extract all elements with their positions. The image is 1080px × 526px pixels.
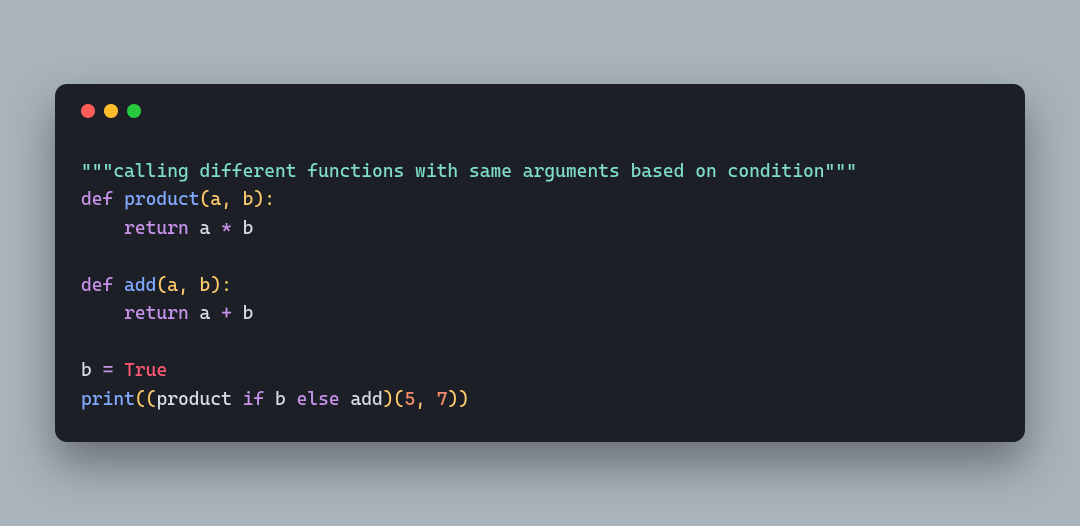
space xyxy=(113,360,124,381)
keyword-if: if xyxy=(243,389,265,410)
ref-product: product xyxy=(156,389,242,410)
keyword-return: return xyxy=(124,218,189,239)
call-print: print xyxy=(81,389,135,410)
operator-assign: = xyxy=(103,360,114,381)
var-b: b xyxy=(232,218,254,239)
var-b: b xyxy=(232,303,254,324)
paren-open: (( xyxy=(135,389,157,410)
number-7: 7 xyxy=(437,389,448,410)
indent xyxy=(81,218,124,239)
var-a: a xyxy=(189,218,221,239)
operator-mult: * xyxy=(221,218,232,239)
paren-close: )) xyxy=(447,389,469,410)
close-icon[interactable] xyxy=(81,104,95,118)
comma: , xyxy=(415,389,437,410)
operator-plus: + xyxy=(221,303,232,324)
code-window: """calling different functions with same… xyxy=(55,84,1025,443)
indent xyxy=(81,303,124,324)
traffic-lights xyxy=(81,104,999,118)
function-name-add: add xyxy=(124,275,156,296)
keyword-def: def xyxy=(81,275,113,296)
keyword-def: def xyxy=(81,189,113,210)
var-b: b xyxy=(264,389,296,410)
keyword-return: return xyxy=(124,303,189,324)
var-a: a xyxy=(189,303,221,324)
paren-close-open: )( xyxy=(383,389,405,410)
var-b: b xyxy=(81,360,103,381)
constant-true: True xyxy=(124,360,167,381)
params: (a, b): xyxy=(200,189,275,210)
docstring: """calling different functions with same… xyxy=(81,161,857,182)
function-name-product: product xyxy=(124,189,199,210)
zoom-icon[interactable] xyxy=(127,104,141,118)
ref-add: add xyxy=(340,389,383,410)
number-5: 5 xyxy=(404,389,415,410)
minimize-icon[interactable] xyxy=(104,104,118,118)
params: (a, b): xyxy=(156,275,231,296)
keyword-else: else xyxy=(297,389,340,410)
code-block: """calling different functions with same… xyxy=(81,158,999,415)
